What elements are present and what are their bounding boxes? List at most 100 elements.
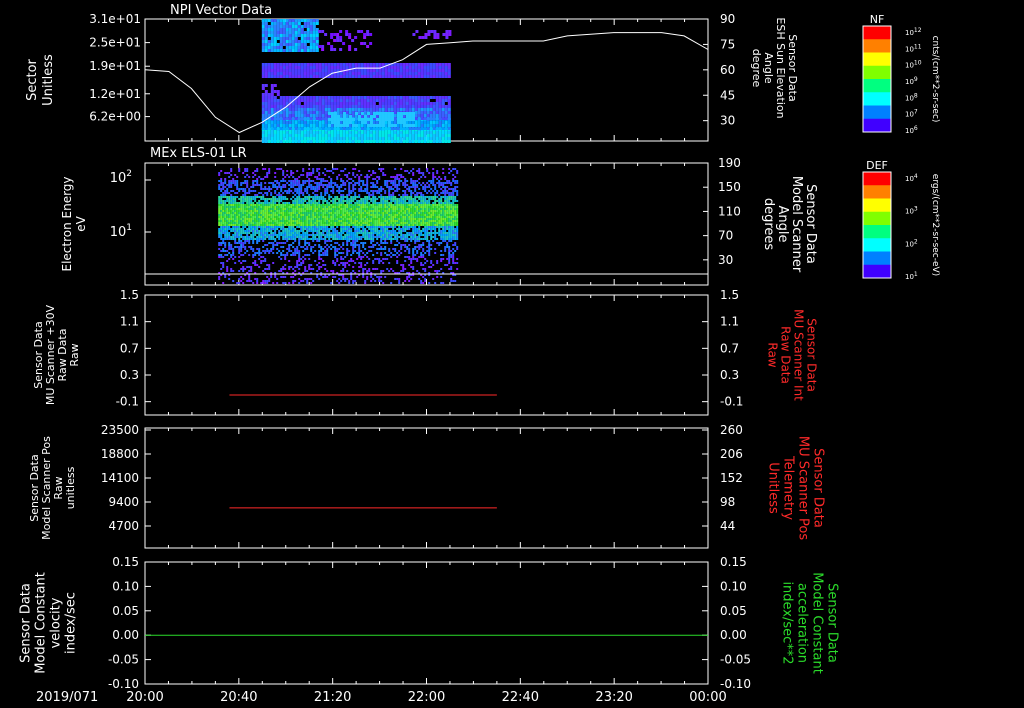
npi-heat-cell bbox=[414, 127, 418, 130]
els-heat-cell bbox=[360, 198, 363, 200]
npi-heat-cell bbox=[303, 121, 307, 124]
els-heat-cell bbox=[282, 206, 285, 208]
els-heat-cell bbox=[284, 190, 287, 192]
els-heat-cell bbox=[360, 224, 363, 226]
npi-heat-cell bbox=[318, 102, 322, 105]
els-heat-cell bbox=[234, 216, 237, 218]
npi-heat-cell bbox=[426, 66, 430, 69]
els-heat-cell bbox=[220, 170, 223, 172]
els-heat-cell bbox=[318, 236, 321, 238]
els-heat-cell bbox=[374, 214, 377, 216]
npi-heat-cell bbox=[423, 131, 427, 134]
els-heat-cell bbox=[228, 198, 231, 200]
els-heat-cell bbox=[268, 172, 271, 174]
npi-heat-cell bbox=[411, 72, 415, 75]
els-heat-cell bbox=[334, 204, 337, 206]
npi-heat-cell bbox=[348, 134, 352, 137]
npi-heat-cell bbox=[324, 134, 328, 137]
els-heat-cell bbox=[362, 232, 365, 234]
els-heat-cell bbox=[266, 172, 269, 174]
els-heat-cell bbox=[364, 236, 367, 238]
npi-heat-cell bbox=[357, 69, 361, 72]
els-heat-cell bbox=[374, 196, 377, 198]
els-heat-cell bbox=[266, 248, 269, 250]
els-heat-cell bbox=[260, 230, 263, 232]
npi-heat-cell bbox=[411, 140, 415, 143]
npi-heat-cell bbox=[300, 137, 304, 140]
els-heat-cell bbox=[298, 204, 301, 206]
els-heat-cell bbox=[300, 204, 303, 206]
els-heat-cell bbox=[238, 214, 241, 216]
els-heat-cell bbox=[370, 204, 373, 206]
els-heat-cell bbox=[264, 258, 267, 260]
els-heat-cell bbox=[378, 244, 381, 246]
npi-heat-cell bbox=[436, 36, 440, 39]
els-heat-cell bbox=[362, 246, 365, 248]
npi-heat-cell bbox=[405, 69, 409, 72]
els-heat-cell bbox=[280, 168, 283, 170]
npi-heat-cell bbox=[309, 37, 313, 40]
npi-heat-cell bbox=[288, 37, 292, 40]
els-heat-cell bbox=[354, 214, 357, 216]
els-heat-cell bbox=[330, 226, 333, 228]
els-heat-cell bbox=[300, 238, 303, 240]
els-heat-cell bbox=[322, 198, 325, 200]
els-heat-cell bbox=[344, 278, 347, 280]
els-heat-cell bbox=[342, 226, 345, 228]
els-heat-cell bbox=[364, 188, 367, 190]
els-heat-cell bbox=[234, 226, 237, 228]
npi-heat-cell bbox=[288, 34, 292, 37]
npi-heat-cell bbox=[363, 121, 367, 124]
npi-heat-cell bbox=[381, 96, 385, 99]
npi-heat-cell bbox=[261, 19, 265, 22]
els-heat-cell bbox=[342, 222, 345, 224]
els-heat-cell bbox=[386, 204, 389, 206]
els-heat-cell bbox=[258, 238, 261, 240]
npi-heat-cell bbox=[270, 49, 274, 52]
els-heat-cell bbox=[252, 180, 255, 182]
els-heat-cell bbox=[354, 220, 357, 222]
els-heat-cell bbox=[326, 208, 329, 210]
npi-heat-cell bbox=[384, 121, 388, 124]
els-heat-cell bbox=[336, 210, 339, 212]
npi-heat-cell bbox=[276, 93, 280, 96]
els-heat-cell bbox=[308, 214, 311, 216]
npi-heat-cell bbox=[321, 45, 325, 48]
els-heat-cell bbox=[330, 270, 333, 272]
els-heat-cell bbox=[320, 234, 323, 236]
els-heat-cell bbox=[324, 264, 327, 266]
els-heat-cell bbox=[294, 212, 297, 214]
els-heat-cell bbox=[292, 186, 295, 188]
npi-heat-cell bbox=[309, 25, 313, 28]
npi-heat-cell bbox=[315, 137, 319, 140]
els-heat-cell bbox=[300, 210, 303, 212]
els-heat-cell bbox=[308, 168, 311, 170]
els-heat-cell bbox=[366, 222, 369, 224]
npi-heat-cell bbox=[342, 99, 346, 102]
els-heat-cell bbox=[380, 226, 383, 228]
npi-heat-cell bbox=[399, 118, 403, 121]
els-heat-cell bbox=[256, 184, 259, 186]
els-heat-cell bbox=[366, 180, 369, 182]
els-heat-cell bbox=[228, 248, 231, 250]
npi-heat-cell bbox=[351, 111, 355, 114]
els-heat-cell bbox=[346, 228, 349, 230]
els-heat-cell bbox=[358, 256, 361, 258]
npi-heat-cell bbox=[442, 33, 446, 36]
els-heat-cell bbox=[306, 180, 309, 182]
npi-heat-cell bbox=[387, 124, 391, 127]
els-heat-cell bbox=[360, 190, 363, 192]
els-heat-cell bbox=[334, 242, 337, 244]
els-heat-cell bbox=[386, 198, 389, 200]
els-heat-cell bbox=[376, 226, 379, 228]
npi-heat-cell bbox=[351, 121, 355, 124]
els-heat-cell bbox=[280, 210, 283, 212]
npi-heat-cell bbox=[384, 69, 388, 72]
els-heat-cell bbox=[262, 214, 265, 216]
npi-heat-cell bbox=[309, 40, 313, 43]
els-heat-cell bbox=[384, 208, 387, 210]
els-heat-cell bbox=[278, 222, 281, 224]
npi-heat-cell bbox=[276, 124, 280, 127]
npi-heat-cell bbox=[282, 102, 286, 105]
els-heat-cell bbox=[244, 176, 247, 178]
